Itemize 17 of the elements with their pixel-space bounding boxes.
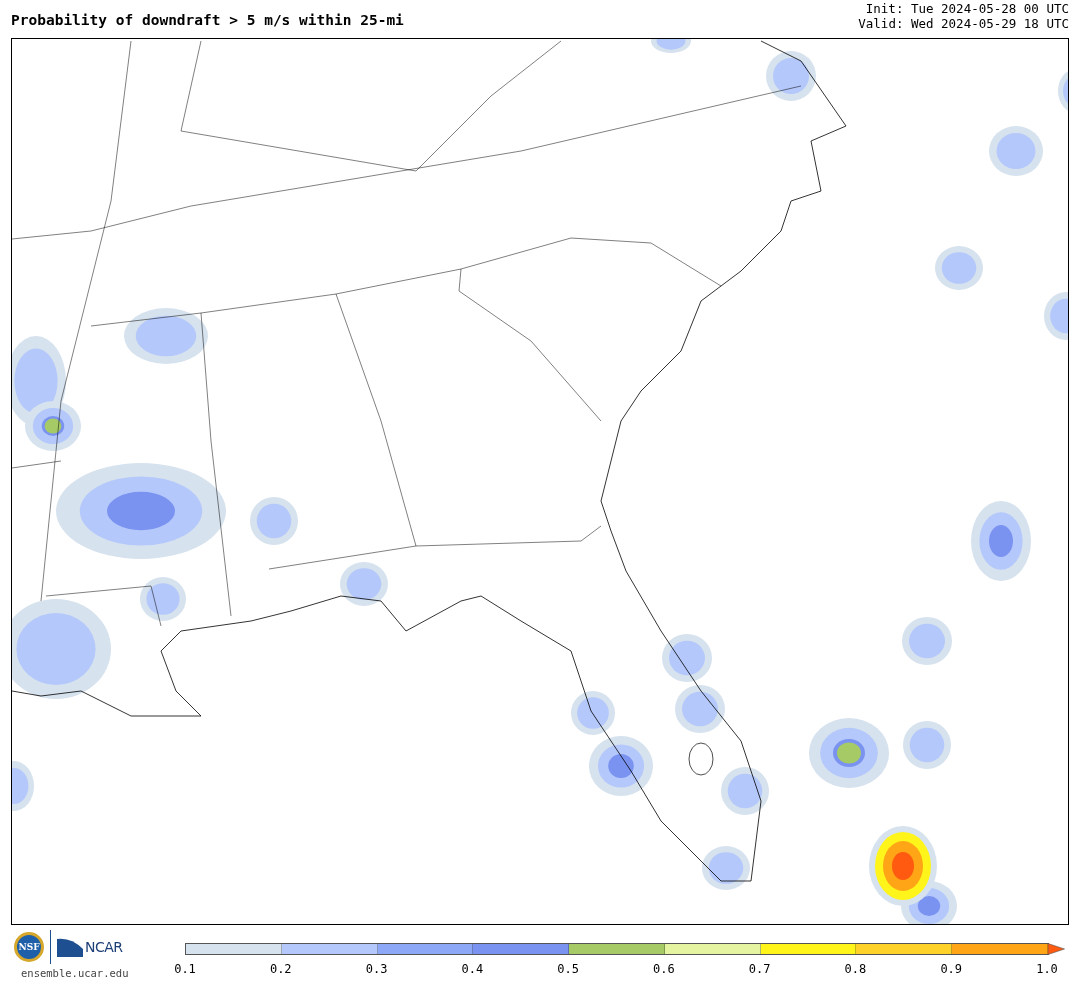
tick-label: 1.0 <box>1036 962 1058 976</box>
tick-label: 0.4 <box>461 962 484 976</box>
tick-label: 0.9 <box>940 962 963 976</box>
tick-label: 0.2 <box>269 962 292 976</box>
init-time: Init: Tue 2024-05-28 00 UTC <box>865 1 1069 16</box>
nsf-logo: NSF <box>14 932 44 962</box>
tick-label: 0.5 <box>557 962 579 976</box>
tick-label: 0.8 <box>844 962 867 976</box>
ncar-logo: NCAR <box>85 939 123 955</box>
tick-label: 0.6 <box>653 962 675 976</box>
chart-title: Probability of downdraft > 5 m/s within 25-mi <box>11 12 404 30</box>
tick-label: 0.7 <box>748 962 771 976</box>
tick-label: 0.3 <box>365 962 388 976</box>
tick-label: 0.1 <box>174 962 196 976</box>
ncar-mark-icon <box>57 937 83 957</box>
site-url: ensemble.ucar.edu <box>21 967 129 979</box>
valid-time: Valid: Wed 2024-05-29 18 UTC <box>858 16 1069 31</box>
